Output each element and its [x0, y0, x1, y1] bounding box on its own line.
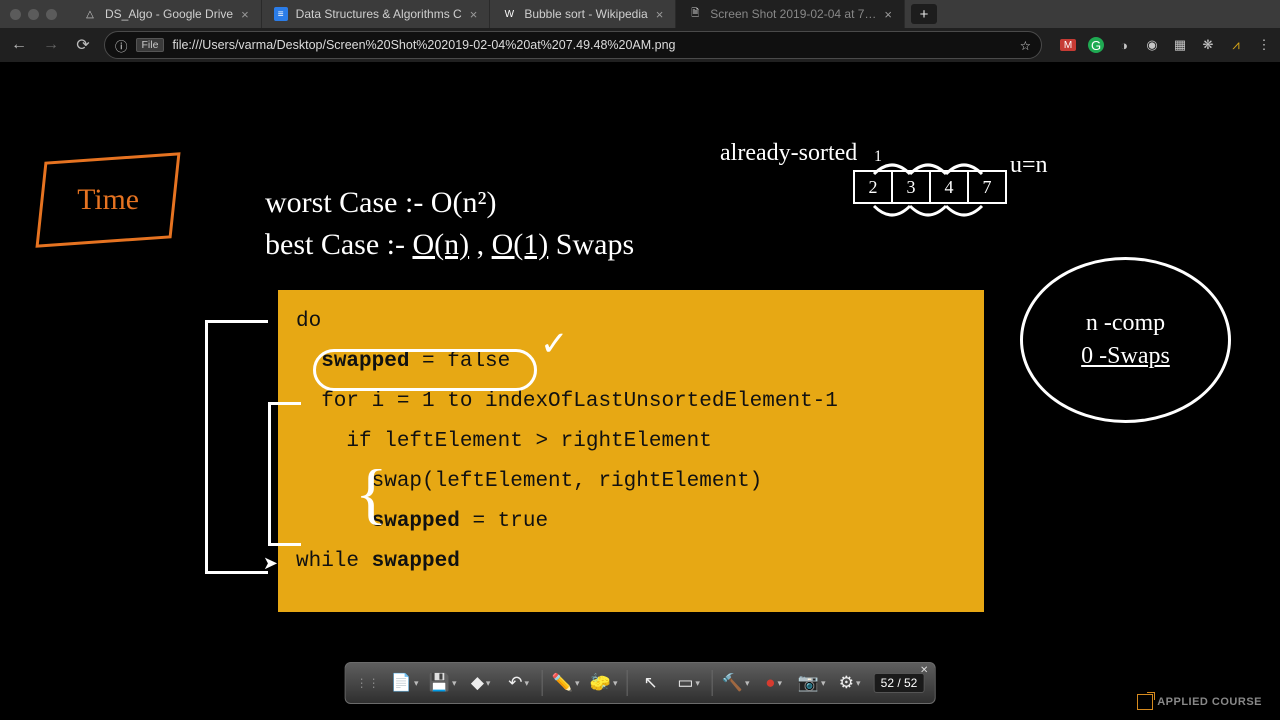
close-tab-icon[interactable]: × [241, 7, 249, 22]
window-traffic-lights[interactable] [10, 9, 57, 20]
tab-label: Bubble sort - Wikipedia [524, 7, 647, 21]
array-cell: 4 [929, 170, 969, 204]
browser-menu-icon[interactable]: ⋮ [1256, 37, 1272, 53]
brace-annotation: { [355, 464, 388, 522]
new-page-tool[interactable]: 📄 [388, 668, 422, 698]
code-line: if leftElement > rightElement [296, 430, 712, 453]
toolbar-separator [712, 670, 713, 696]
already-sorted-note: already-sorted [720, 140, 857, 167]
array-cell: 2 [853, 170, 893, 204]
tab-screenshot-active[interactable]: 🗎 Screen Shot 2019-02-04 at 7… × [676, 0, 905, 28]
tab-dsalgo[interactable]: △ DS_Algo - Google Drive × [71, 0, 262, 28]
best-case-circle: n -comp 0 -Swaps [1020, 257, 1231, 423]
file-icon: 🗎 [688, 7, 702, 21]
grammarly-icon[interactable]: G [1088, 37, 1104, 53]
extension-icon[interactable]: ◑ [1116, 37, 1132, 53]
close-tab-icon[interactable]: × [656, 7, 664, 22]
code-line: for i = 1 to indexOfLastUnsortedElement-… [296, 390, 838, 413]
window-titlebar: △ DS_Algo - Google Drive × ≡ Data Struct… [0, 0, 1280, 28]
wikipedia-icon: W [502, 7, 516, 21]
minimize-window-icon[interactable] [28, 9, 39, 20]
extension-icon[interactable]: ▦ [1172, 37, 1188, 53]
array-cell: 7 [967, 170, 1007, 204]
save-tool[interactable]: 💾 [426, 668, 460, 698]
annotation-toolbar[interactable]: ⋮⋮ 📄 💾 ◆ ↶ ✏️ 🧽 ↖ ▭ 🔨 ● 📷 ⚙ 52 / 52 ✕ [345, 662, 936, 704]
time-box-annotation: Time [35, 152, 180, 248]
close-window-icon[interactable] [10, 9, 21, 20]
code-line: do [296, 310, 321, 333]
tab-label: DS_Algo - Google Drive [105, 7, 233, 21]
browser-navbar: ← → ⟳ ⓘ File file:///Users/varma/Desktop… [0, 28, 1280, 62]
google-docs-icon: ≡ [274, 7, 288, 21]
array-cell: 3 [891, 170, 931, 204]
pseudocode-panel: do swapped = false for i = 1 to indexOfL… [278, 290, 984, 612]
zero-swaps-note: 0 -Swaps [1081, 343, 1170, 370]
applied-course-watermark: APPLIED COURSE [1137, 694, 1262, 710]
extension-icon[interactable]: ◉ [1144, 37, 1160, 53]
google-drive-icon: △ [83, 7, 97, 21]
toolbar-close-icon[interactable]: ✕ [920, 665, 928, 676]
address-url: file:///Users/varma/Desktop/Screen%20Sho… [172, 38, 1011, 52]
complexity-notes: worst Case :- O(n²) best Case :- O(n) , … [265, 182, 634, 266]
toolbar-grip-icon[interactable]: ⋮⋮ [356, 676, 380, 690]
close-tab-icon[interactable]: × [470, 7, 478, 22]
extension-icon[interactable]: ⩘ [1228, 37, 1244, 53]
pointer-tool[interactable]: ↖ [634, 668, 668, 698]
content-canvas: Time worst Case :- O(n²) best Case :- O(… [0, 62, 1280, 720]
page-counter: 52 / 52 [874, 673, 925, 693]
sorted-array-box: 2 3 4 7 [855, 170, 1007, 204]
outer-bracket: ➤ [205, 320, 268, 574]
undo-tool[interactable]: ↶ [502, 668, 536, 698]
record-tool[interactable]: ● [757, 668, 791, 698]
swapped-false-circle [313, 349, 537, 391]
tab-label: Screen Shot 2019-02-04 at 7… [710, 7, 876, 21]
toolbar-separator [627, 670, 628, 696]
tab-wikipedia[interactable]: W Bubble sort - Wikipedia × [490, 0, 676, 28]
watermark-icon [1137, 694, 1153, 710]
reload-button[interactable]: ⟳ [72, 35, 94, 55]
inner-bracket [268, 402, 301, 546]
best-case-note: best Case :- O(n) , O(1) Swaps [265, 228, 634, 261]
array-index-1: 1 [874, 148, 882, 166]
pen-tool[interactable]: ✏️ [549, 668, 583, 698]
camera-tool[interactable]: 📷 [795, 668, 829, 698]
hammer-tool[interactable]: 🔨 [719, 668, 753, 698]
eraser-tool[interactable]: 🧽 [587, 668, 621, 698]
extensions-tray: M G ◑ ◉ ▦ ❋ ⩘ ⋮ [1060, 37, 1272, 53]
browser-tabs: △ DS_Algo - Google Drive × ≡ Data Struct… [71, 0, 1280, 28]
toolbar-separator [542, 670, 543, 696]
time-label: Time [77, 183, 139, 217]
n-comp-note: n -comp [1086, 310, 1165, 337]
watermark-text: APPLIED COURSE [1157, 696, 1262, 708]
extension-icon[interactable]: ❋ [1200, 37, 1216, 53]
settings-tool[interactable]: ⚙ [833, 668, 867, 698]
close-tab-icon[interactable]: × [884, 7, 892, 22]
gmail-icon[interactable]: M [1060, 39, 1076, 51]
tab-docs[interactable]: ≡ Data Structures & Algorithms C × [262, 0, 491, 28]
u-equals-n-note: u=n [1010, 152, 1048, 179]
shapes-tool[interactable]: ◆ [464, 668, 498, 698]
forward-button[interactable]: → [40, 36, 62, 54]
address-bar[interactable]: ⓘ File file:///Users/varma/Desktop/Scree… [104, 31, 1042, 59]
board-tool[interactable]: ▭ [672, 668, 706, 698]
bookmark-star-icon[interactable]: ☆ [1020, 38, 1031, 53]
back-button[interactable]: ← [8, 36, 30, 54]
worst-case-note: worst Case :- O(n²) [265, 182, 634, 224]
maximize-window-icon[interactable] [46, 9, 57, 20]
info-icon[interactable]: ⓘ [115, 36, 128, 55]
new-tab-button[interactable]: + [911, 4, 937, 24]
checkmark-annotation: ✓ [540, 324, 569, 364]
tab-label: Data Structures & Algorithms C [296, 7, 462, 21]
file-chip: File [136, 38, 165, 52]
